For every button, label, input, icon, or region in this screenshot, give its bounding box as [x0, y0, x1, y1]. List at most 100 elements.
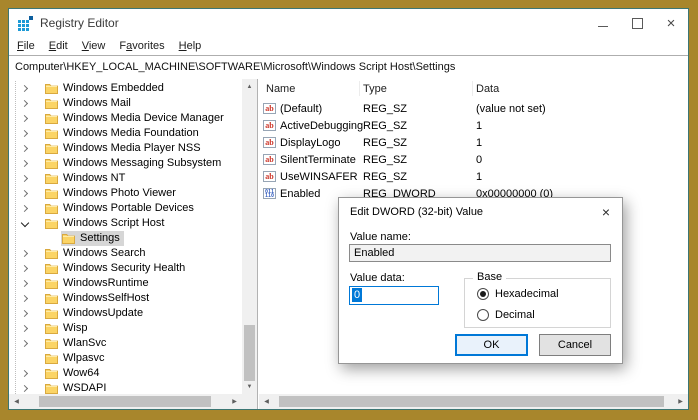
chevron-right-icon[interactable]	[18, 251, 31, 256]
tree-vscroll-thumb[interactable]	[244, 325, 255, 381]
value-name-field: Enabled	[349, 244, 611, 262]
chevron-right-icon[interactable]	[18, 296, 31, 301]
tree-item-settings[interactable]: Settings	[9, 231, 242, 246]
column-separator[interactable]	[359, 81, 360, 96]
tree-item-content: WindowsRuntime	[44, 276, 153, 291]
chevron-right-icon[interactable]	[18, 191, 31, 196]
maximize-button[interactable]	[620, 9, 654, 37]
chevron-right-icon[interactable]	[18, 176, 31, 181]
tree-item-windows-script-host[interactable]: Windows Script Host	[9, 216, 242, 231]
folder-icon	[45, 83, 58, 94]
column-header-type[interactable]: Type	[363, 83, 476, 95]
chevron-right-icon[interactable]	[18, 386, 31, 391]
string-value-icon: ab	[263, 171, 276, 182]
tree-item-windows-search[interactable]: Windows Search	[9, 246, 242, 261]
menu-item-file[interactable]: File	[17, 40, 35, 52]
tree-item-content: WindowsSelfHost	[44, 291, 153, 306]
value-name: UseWINSAFER	[280, 171, 363, 183]
tree-item-windowsselfhost[interactable]: WindowsSelfHost	[9, 291, 242, 306]
decimal-radio[interactable]: Decimal	[477, 309, 535, 321]
chevron-right-icon[interactable]	[18, 161, 31, 166]
column-separator[interactable]	[472, 81, 473, 96]
tree-item-windows-messaging-subsystem[interactable]: Windows Messaging Subsystem	[9, 156, 242, 171]
tree-item-content: WindowsUpdate	[44, 306, 147, 321]
tree-item-windows-media-device-manager[interactable]: Windows Media Device Manager	[9, 111, 242, 126]
hexadecimal-radio[interactable]: Hexadecimal	[477, 288, 559, 300]
scroll-right-icon[interactable]: ▶	[227, 394, 242, 409]
tree-hscroll-thumb[interactable]	[39, 396, 211, 407]
chevron-right-icon[interactable]	[18, 86, 31, 91]
tree-item-windowsupdate[interactable]: WindowsUpdate	[9, 306, 242, 321]
chevron-right-icon[interactable]	[18, 146, 31, 151]
folder-icon	[45, 248, 58, 259]
chevron-right-icon[interactable]	[18, 341, 31, 346]
address-bar-input[interactable]: Computer\HKEY_LOCAL_MACHINE\SOFTWARE\Mic…	[9, 55, 688, 80]
chevron-right-icon[interactable]	[18, 131, 31, 136]
scroll-left-icon[interactable]: ◀	[259, 394, 274, 409]
tree-item-wisp[interactable]: Wisp	[9, 321, 242, 336]
folder-icon	[45, 338, 58, 349]
tree-horizontal-scrollbar[interactable]: ◀ ▶	[9, 394, 242, 409]
tree-item-content: Windows Media Device Manager	[44, 111, 228, 126]
tree-item-windows-photo-viewer[interactable]: Windows Photo Viewer	[9, 186, 242, 201]
tree-item-wlpasvc[interactable]: Wlpasvc	[9, 351, 242, 366]
selected-text: 0	[352, 288, 362, 302]
value-data-input[interactable]: 0	[349, 286, 439, 305]
tree-item-windows-media-player-nss[interactable]: Windows Media Player NSS	[9, 141, 242, 156]
chevron-right-icon[interactable]	[18, 371, 31, 376]
cancel-button[interactable]: Cancel	[539, 334, 611, 356]
tree-item-windows-media-foundation[interactable]: Windows Media Foundation	[9, 126, 242, 141]
close-button[interactable]: ×	[654, 9, 688, 37]
ok-button[interactable]: OK	[455, 334, 528, 356]
column-header-data[interactable]: Data	[476, 83, 499, 95]
menu-item-favorites[interactable]: Favorites	[119, 40, 164, 52]
tree-vertical-scrollbar[interactable]: ▲ ▼	[242, 79, 257, 394]
menu-item-view[interactable]: View	[82, 40, 106, 52]
chevron-right-icon[interactable]	[18, 206, 31, 211]
values-horizontal-scrollbar[interactable]: ◀ ▶	[259, 394, 688, 409]
menu-item-help[interactable]: Help	[179, 40, 202, 52]
tree-item-windowsruntime[interactable]: WindowsRuntime	[9, 276, 242, 291]
values-hscroll-thumb[interactable]	[279, 396, 664, 407]
tree-item-windows-embedded[interactable]: Windows Embedded	[9, 81, 242, 96]
value-name: DisplayLogo	[280, 137, 363, 149]
chevron-right-icon[interactable]	[18, 281, 31, 286]
chevron-down-icon[interactable]	[18, 222, 31, 226]
dialog-close-button[interactable]: ×	[590, 198, 622, 225]
value-row-displaylogo[interactable]: abDisplayLogoREG_SZ1	[259, 134, 688, 151]
values-column-header: Name Type Data	[259, 79, 688, 98]
tree-item-windows-security-health[interactable]: Windows Security Health	[9, 261, 242, 276]
scroll-right-icon[interactable]: ▶	[673, 394, 688, 409]
menu-item-edit[interactable]: Edit	[49, 40, 68, 52]
scroll-left-icon[interactable]: ◀	[9, 394, 24, 409]
tree-item-windows-portable-devices[interactable]: Windows Portable Devices	[9, 201, 242, 216]
tree-item-content: WSDAPI	[44, 381, 110, 394]
tree-item-content: Windows Security Health	[44, 261, 189, 276]
value-row-default[interactable]: ab(Default)REG_SZ(value not set)	[259, 100, 688, 117]
minimize-button[interactable]	[586, 9, 620, 37]
column-header-name[interactable]: Name	[266, 83, 363, 95]
scroll-up-icon[interactable]: ▲	[242, 79, 257, 94]
chevron-right-icon[interactable]	[18, 101, 31, 106]
value-row-activedebugging[interactable]: abActiveDebuggingREG_SZ1	[259, 117, 688, 134]
tree-item-wow64[interactable]: Wow64	[9, 366, 242, 381]
chevron-right-icon[interactable]	[18, 311, 31, 316]
tree-item-windows-mail[interactable]: Windows Mail	[9, 96, 242, 111]
chevron-right-icon[interactable]	[18, 326, 31, 331]
folder-icon	[45, 113, 58, 124]
tree-item-label: WindowsSelfHost	[63, 291, 149, 306]
chevron-right-icon[interactable]	[18, 116, 31, 121]
chevron-right-icon[interactable]	[18, 266, 31, 271]
tree-item-label: WlanSvc	[63, 336, 106, 351]
value-row-silentterminate[interactable]: abSilentTerminateREG_SZ0	[259, 151, 688, 168]
tree-item-windows-nt[interactable]: Windows NT	[9, 171, 242, 186]
tree-item-content: Windows Photo Viewer	[44, 186, 180, 201]
value-row-usewinsafer[interactable]: abUseWINSAFERREG_SZ1	[259, 168, 688, 185]
string-value-icon: ab	[263, 154, 276, 165]
scroll-down-icon[interactable]: ▼	[242, 379, 257, 394]
value-name: SilentTerminate	[280, 154, 363, 166]
window-title: Registry Editor	[40, 16, 119, 30]
tree-item-wsdapi[interactable]: WSDAPI	[9, 381, 242, 394]
tree-item-wlansvc[interactable]: WlanSvc	[9, 336, 242, 351]
decimal-radio-label: Decimal	[495, 309, 535, 321]
